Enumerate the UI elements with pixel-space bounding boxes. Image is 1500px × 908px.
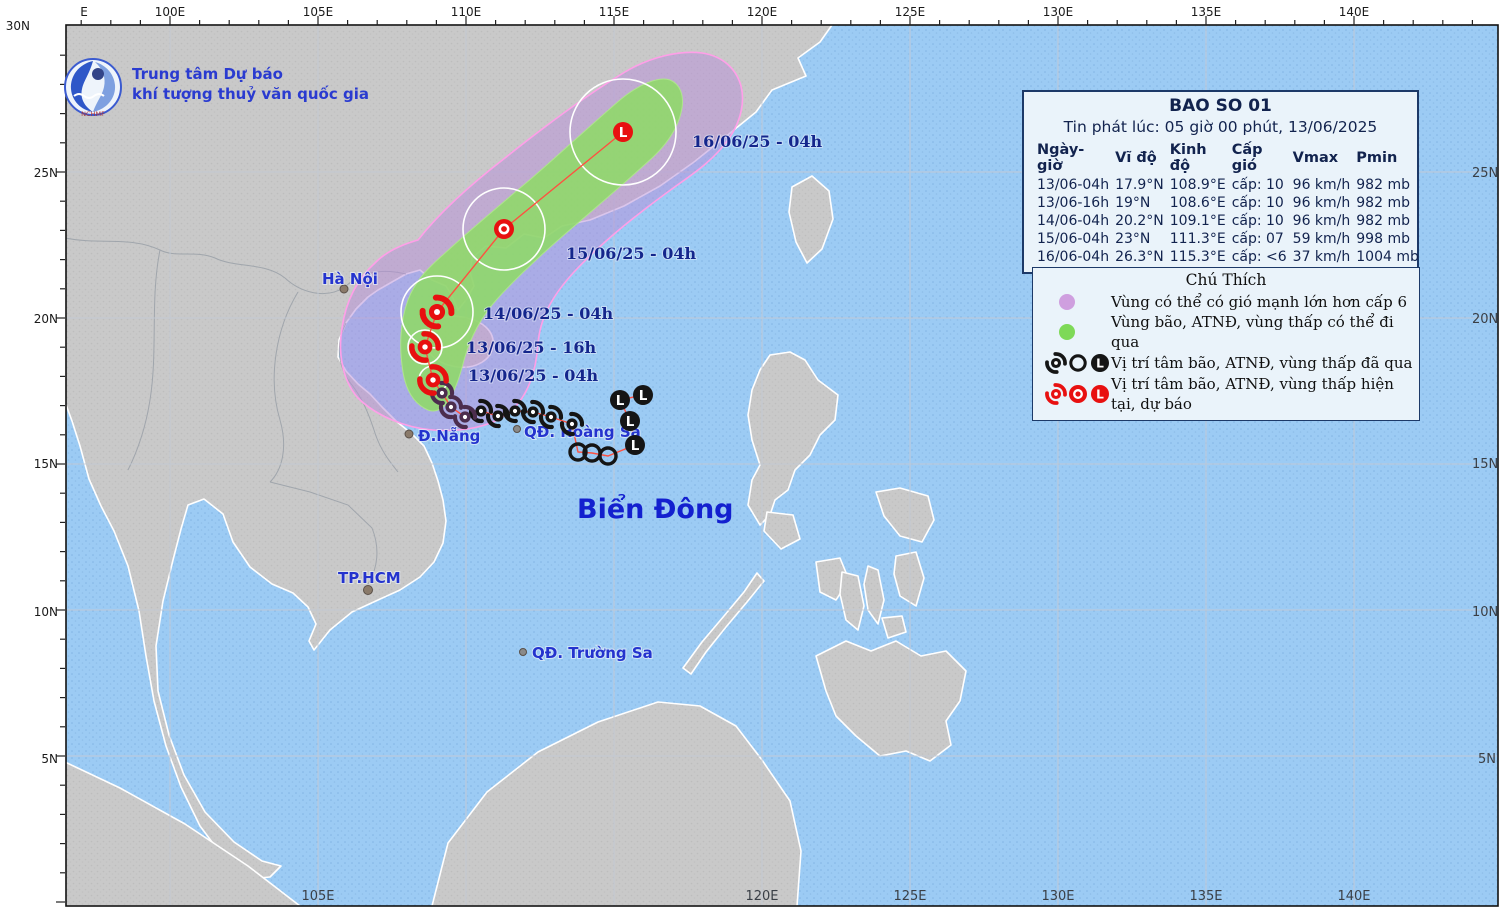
track-time-label-2: 14/06/25 - 04h (483, 304, 614, 323)
axis-top-135e: 135E (1191, 5, 1222, 19)
legend-item-past-position: Vị trí tâm bão, ATNĐ, vùng thấp đã qua (1039, 352, 1413, 374)
table-row: 13/06-04h 17.9°N 108.9°E cấp: 10 96 km/h 982 … (1037, 177, 1410, 193)
axis-top-140e: 140E (1339, 5, 1370, 19)
axis-top-110e: 110E (451, 5, 482, 19)
axis-right-20n: 20N (1472, 312, 1498, 327)
table-row: 13/06-16h 19°N 108.6°E cấp: 10 96 km/h 982 mb (1037, 195, 1410, 211)
track-time-label-3: 15/06/25 - 04h (566, 244, 697, 263)
legend-item-forecast-position: Vị trí tâm bão, ATNĐ, vùng thấp hiện tại… (1039, 374, 1413, 414)
axis-bottom-135e: 135E (1189, 889, 1222, 904)
axis-left-30n-clipped: 30N (6, 19, 30, 33)
forecast-table: Ngày-giờ Vĩ độ Kinh độ Cấp gió Vmax Pmin… (1034, 142, 1422, 266)
axis-top-130e: 130E (1043, 5, 1074, 19)
org-title: Trung tâm Dự báo khí tượng thuỷ văn quốc… (132, 56, 369, 104)
axis-left-25n: 25N (34, 166, 58, 180)
axis-left-5n: 5N (41, 752, 58, 766)
org-title-line1: Trung tâm Dự báo (132, 65, 283, 83)
purple-area-icon (1059, 293, 1075, 310)
legend-title: Chú Thích (1185, 271, 1267, 289)
city-dot-hoang-sa (513, 425, 521, 433)
legend-item-label: Vùng có thể có gió mạnh lớn hơn cấp 6 (1111, 292, 1407, 311)
city-label-hanoi: Hà Nội (322, 270, 378, 288)
legend-item-label: Vị trí tâm bão, ATNĐ, vùng thấp hiện tại… (1111, 375, 1394, 413)
sea-label-bien-dong: Biển Đông (577, 492, 734, 525)
track-time-label-1: 13/06/25 - 16h (466, 338, 597, 357)
col-vmax: Vmax (1292, 150, 1339, 166)
storm-info-panel: BAO SO 01 Tin phát lúc: 05 giờ 00 phút, … (1022, 90, 1419, 274)
nchmf-logo-text: NCHMF (81, 110, 105, 118)
legend-item-pass-area: Vùng bão, ATNĐ, vùng thấp có thể đi qua (1039, 312, 1413, 352)
green-area-icon (1059, 324, 1075, 340)
axis-top-125e: 125E (895, 5, 926, 19)
axis-top-100e: 100E (155, 5, 186, 19)
col-wind: Cấp gió (1231, 142, 1263, 174)
bulletin-issued-time: Tin phát lúc: 05 giờ 00 phút, 13/06/2025 (1063, 118, 1378, 136)
axis-top-corner-e: E (80, 5, 88, 19)
storm-title: BAO SO 01 (1169, 96, 1272, 116)
track-time-label-0: 13/06/25 - 04h (468, 366, 599, 385)
axis-right-25n: 25N (1472, 166, 1498, 181)
axis-bottom-105e: 105E (301, 889, 334, 904)
legend-item-wind-area: Vùng có thể có gió mạnh lớn hơn cấp 6 (1039, 291, 1413, 312)
legend-panel: Chú Thích Vùng có thể có gió mạnh lớn hơ… (1032, 267, 1420, 421)
axis-right-10n: 10N (1472, 605, 1498, 620)
axis-left-15n: 15N (34, 457, 58, 471)
city-label-hcm: TP.HCM (338, 569, 401, 587)
table-row: 15/06-04h 23°N 111.3°E cấp: 07 59 km/h 998 mb (1037, 231, 1410, 247)
col-lat: Vĩ độ (1115, 150, 1157, 166)
axis-right-15n: 15N (1472, 457, 1498, 472)
col-pmin: Pmin (1356, 150, 1398, 166)
forecast-table-header: Ngày-giờ Vĩ độ Kinh độ Cấp gió Vmax Pmin (1034, 142, 1422, 176)
axis-bottom-130e: 130E (1041, 889, 1074, 904)
org-header: NCHMF Trung tâm Dự báo khí tượng thuỷ vă… (62, 56, 369, 120)
axis-top-115e: 115E (599, 5, 630, 19)
axis-left-10n: 10N (34, 605, 58, 619)
col-lon: Kinh độ (1169, 142, 1207, 174)
city-label-danang: Đ.Nẵng (418, 426, 480, 445)
axis-right-5n: 5N (1478, 752, 1496, 767)
table-row: 16/06-04h 26.3°N 115.3°E cấp: <6 37 km/h 1004… (1037, 249, 1419, 265)
axis-top-105e: 105E (303, 5, 334, 19)
past-symbols-icon (1045, 352, 1109, 374)
axis-bottom-125e: 125E (893, 889, 926, 904)
track-time-label-4: 16/06/25 - 04h (692, 132, 823, 151)
org-title-line2: khí tượng thuỷ văn quốc gia (132, 85, 369, 103)
city-dot-truong-sa (519, 648, 527, 656)
city-label-truong-sa: QĐ. Trường Sa (532, 644, 653, 662)
legend-item-label: Vùng bão, ATNĐ, vùng thấp có thể đi qua (1111, 313, 1394, 351)
col-time: Ngày-giờ (1037, 142, 1085, 174)
nchmf-logo: NCHMF (64, 58, 122, 118)
axis-bottom-140e: 140E (1337, 889, 1370, 904)
axis-left-20n: 20N (34, 312, 58, 326)
storm-bulletin-page: L (0, 0, 1500, 908)
legend-item-label: Vị trí tâm bão, ATNĐ, vùng thấp đã qua (1111, 354, 1413, 372)
city-dot-danang (404, 429, 414, 439)
axis-bottom-120e: 120E (745, 889, 778, 904)
forecast-symbols-icon (1045, 383, 1109, 405)
table-row: 14/06-04h 20.2°N 109.1°E cấp: 10 96 km/h 982 … (1037, 213, 1410, 229)
axis-top-120e: 120E (747, 5, 778, 19)
